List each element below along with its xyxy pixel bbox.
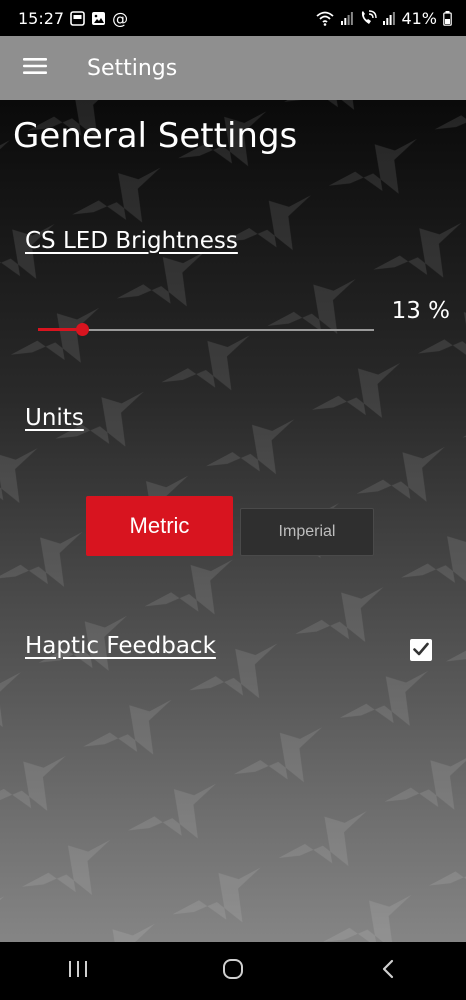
signal-icon-2 bbox=[383, 11, 396, 25]
menu-button[interactable] bbox=[18, 51, 52, 85]
wifi-icon bbox=[315, 10, 335, 26]
app-bar-title: Settings bbox=[87, 55, 178, 81]
navigation-bar bbox=[0, 942, 466, 1000]
hamburger-menu-icon bbox=[23, 57, 47, 79]
brightness-label: CS LED Brightness bbox=[25, 228, 238, 254]
haptic-feedback-checkbox[interactable] bbox=[410, 639, 432, 661]
imperial-button[interactable]: Imperial bbox=[240, 508, 374, 556]
checkmark-icon bbox=[413, 641, 429, 660]
image-notification-icon bbox=[91, 11, 106, 26]
home-icon bbox=[222, 958, 244, 984]
home-button[interactable] bbox=[203, 949, 263, 993]
status-bar-right: 41% bbox=[315, 9, 452, 28]
slider-thumb[interactable] bbox=[75, 323, 89, 336]
units-label: Units bbox=[25, 405, 84, 431]
recent-apps-button[interactable] bbox=[48, 949, 108, 993]
haptic-feedback-label: Haptic Feedback bbox=[25, 633, 216, 659]
status-time: 15:27 bbox=[18, 8, 65, 28]
back-button[interactable] bbox=[358, 949, 418, 993]
settings-content: General Settings CS LED Brightness 13 % … bbox=[0, 100, 466, 942]
back-icon bbox=[381, 959, 395, 983]
signal-icon-1 bbox=[341, 11, 354, 25]
recent-apps-icon bbox=[67, 960, 89, 982]
at-symbol-icon: @ bbox=[112, 8, 129, 28]
brightness-slider[interactable] bbox=[38, 319, 374, 341]
battery-percent: 41% bbox=[401, 8, 437, 28]
app-bar: Settings bbox=[0, 36, 466, 100]
battery-icon bbox=[443, 10, 452, 26]
brightness-value: 13 % bbox=[391, 298, 450, 324]
metric-button[interactable]: Metric bbox=[86, 496, 233, 556]
status-bar: 15:27 @ 41% bbox=[0, 0, 466, 36]
gallery-notification-icon bbox=[70, 10, 85, 26]
wifi-calling-icon bbox=[359, 10, 378, 26]
status-bar-left: 15:27 @ bbox=[18, 9, 128, 28]
page-title: General Settings bbox=[13, 116, 298, 156]
screen: 15:27 @ 41% Settings General Settings CS… bbox=[0, 0, 466, 1000]
